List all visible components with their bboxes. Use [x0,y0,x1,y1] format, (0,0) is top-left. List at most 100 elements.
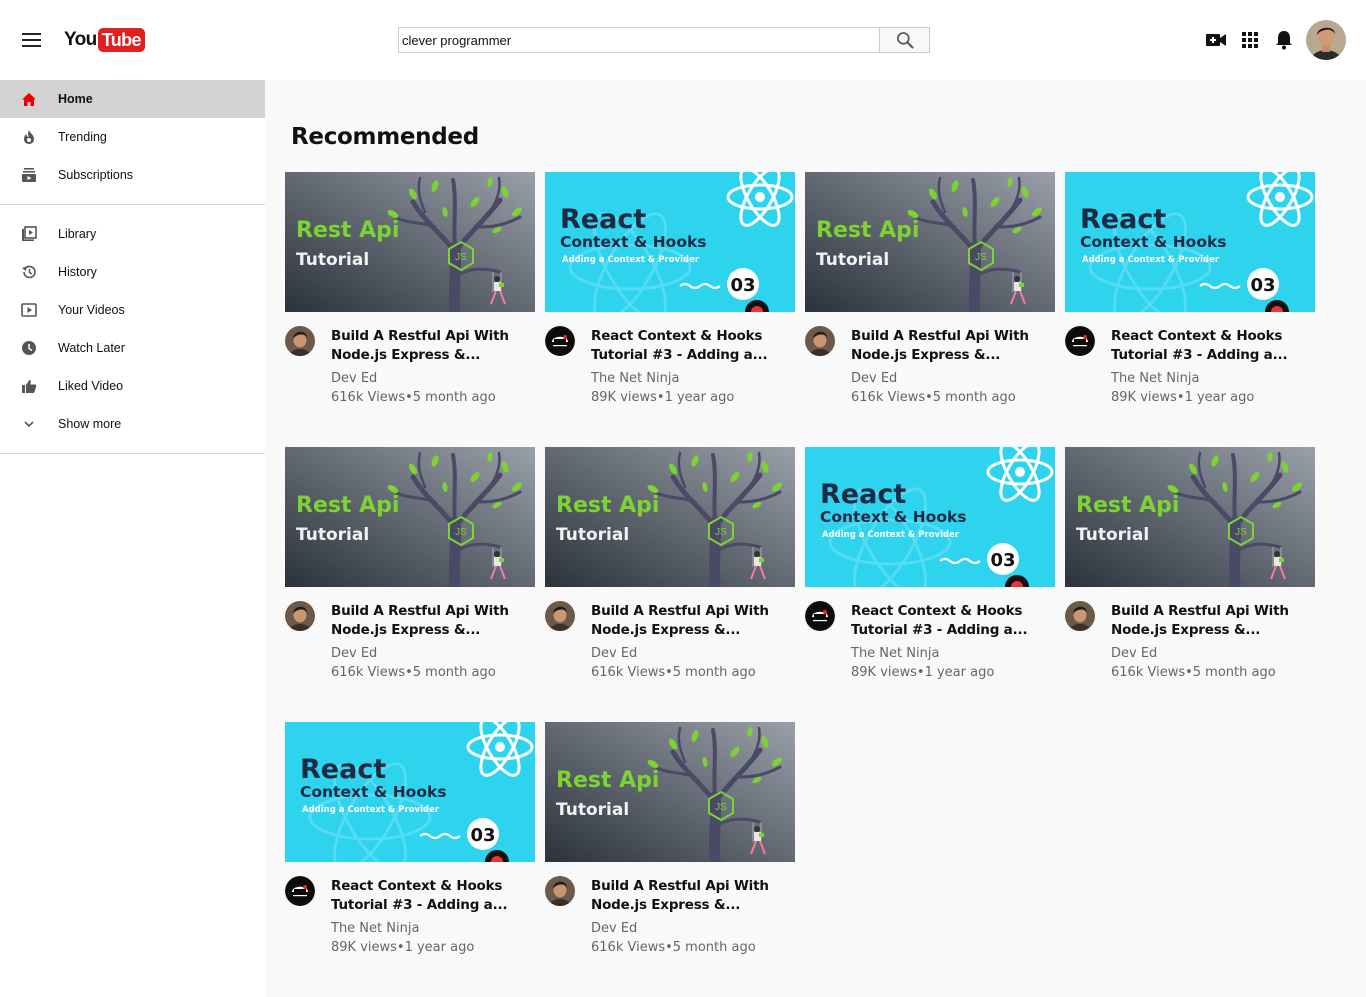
video-title-line-1: React Context & Hooks [591,328,763,344]
video-card[interactable]: JS Rest Api Tutorial Build A Restful Api… [545,447,795,707]
video-title[interactable]: Build A Restful Api With Node.js Express … [1111,602,1311,640]
thumbnail-title-text: React [1080,204,1166,235]
video-card[interactable]: 03 React Context & Hooks Adding a Contex… [285,722,535,982]
video-title-line-1: Build A Restful Api With [1111,603,1289,619]
sidebar-item-home[interactable]: Home [0,80,265,118]
top-header: You Tube [0,0,1366,80]
video-card[interactable]: JS Rest Api Tutorial Build A Restful Api… [805,172,1055,432]
channel-avatar[interactable] [1065,601,1095,631]
sidebar-item-your-videos[interactable]: Your Videos [0,291,265,329]
thumbnail-episode-number: 03 [990,550,1015,571]
channel-avatar[interactable] [805,601,835,631]
main-content: Recommended JS Rest Api Tutorial Build A… [265,80,1366,997]
channel-name[interactable]: The Net Ninja [851,646,939,661]
video-meta: 616k Views•5 month ago [1111,665,1276,680]
channel-avatar[interactable] [545,876,575,906]
video-card[interactable]: JS Rest Api Tutorial Build A Restful Api… [285,447,535,707]
sidebar-item-label: Library [58,227,97,241]
thumbnail-image: JS Rest Api Tutorial [545,722,795,862]
thumbnail-subtitle-text: Tutorial [556,525,629,545]
thumbnail-title-text: Rest Api [816,218,919,243]
sidebar-item-library[interactable]: Library [0,215,265,253]
sidebar-item-trending[interactable]: Trending [0,118,265,156]
create-video-button[interactable] [1205,30,1227,50]
video-title[interactable]: React Context & Hooks Tutorial #3 - Addin… [331,877,531,915]
sidebar-item-watch-later[interactable]: Watch Later [0,329,265,367]
thumbnail-image: JS Rest Api Tutorial [1065,447,1315,587]
channel-avatar[interactable] [805,326,835,356]
thumbnail-title-text: Rest Api [556,768,659,793]
video-title-line-1: React Context & Hooks [851,603,1023,619]
sidebar-item-liked-video[interactable]: Liked Video [0,367,265,405]
video-thumbnail[interactable]: JS Rest Api Tutorial [285,447,535,587]
video-title[interactable]: React Context & Hooks Tutorial #3 - Addin… [851,602,1051,640]
channel-name[interactable]: The Net Ninja [1111,371,1199,386]
video-title-line-2: Tutorial #3 - Adding a... [331,897,508,913]
sidebar-item-label: Subscriptions [58,168,134,182]
channel-avatar[interactable] [285,326,315,356]
channel-name[interactable]: Dev Ed [1111,646,1157,661]
video-thumbnail[interactable]: 03 React Context & Hooks Adding a Contex… [805,447,1055,587]
youtube-logo[interactable]: You Tube [64,28,145,52]
channel-avatar[interactable] [285,601,315,631]
video-title[interactable]: React Context & Hooks Tutorial #3 - Addin… [591,327,791,365]
channel-name[interactable]: Dev Ed [331,371,377,386]
sidebar-item-label: Liked Video [58,379,124,393]
notifications-button[interactable] [1273,30,1295,50]
video-thumbnail[interactable]: 03 React Context & Hooks Adding a Contex… [285,722,535,862]
channel-avatar[interactable] [285,876,315,906]
sidebar-item-show-more[interactable]: Show more [0,405,265,443]
nodejs-badge-text: JS [1235,527,1247,538]
video-meta: 89K views•1 year ago [331,940,475,955]
video-thumbnail[interactable]: JS Rest Api Tutorial [805,172,1055,312]
video-title[interactable]: Build A Restful Api With Node.js Express … [331,327,531,365]
video-title[interactable]: Build A Restful Api With Node.js Express … [331,602,531,640]
thumbnail-subtitle-text: Tutorial [296,250,369,270]
channel-avatar[interactable] [1065,326,1095,356]
channel-name[interactable]: Dev Ed [851,371,897,386]
video-thumbnail[interactable]: JS Rest Api Tutorial [545,722,795,862]
thumbnail-episode-number: 03 [730,275,755,296]
sidebar-item-subscriptions[interactable]: Subscriptions [0,156,265,194]
video-card[interactable]: 03 React Context & Hooks Adding a Contex… [545,172,795,432]
sidebar-item-label: Your Videos [58,303,125,317]
video-thumbnail[interactable]: JS Rest Api Tutorial [545,447,795,587]
thumbnail-image: JS Rest Api Tutorial [285,447,535,587]
channel-name[interactable]: The Net Ninja [591,371,679,386]
search-button[interactable] [879,27,930,53]
video-title-line-1: Build A Restful Api With [591,603,769,619]
video-card[interactable]: JS Rest Api Tutorial Build A Restful Api… [285,172,535,432]
video-title[interactable]: Build A Restful Api With Node.js Express … [851,327,1051,365]
channel-name[interactable]: Dev Ed [591,646,637,661]
channel-name[interactable]: The Net Ninja [331,921,419,936]
hamburger-menu-icon[interactable] [22,33,42,47]
video-title[interactable]: Build A Restful Api With Node.js Express … [591,602,791,640]
video-thumbnail[interactable]: 03 React Context & Hooks Adding a Contex… [545,172,795,312]
video-title-line-2: Node.js Express &... [591,622,741,638]
thumbnail-subtitle-text: Context & Hooks [820,508,967,526]
video-thumbnail[interactable]: JS Rest Api Tutorial [285,172,535,312]
video-thumbnail[interactable]: 03 React Context & Hooks Adding a Contex… [1065,172,1315,312]
channel-avatar[interactable] [545,601,575,631]
apps-button[interactable] [1239,30,1261,50]
video-card[interactable]: 03 React Context & Hooks Adding a Contex… [805,447,1055,707]
channel-name[interactable]: Dev Ed [331,646,377,661]
thumbnail-title-text: React [820,479,906,510]
video-card[interactable]: 03 React Context & Hooks Adding a Contex… [1065,172,1315,432]
chevron-down-icon [20,415,38,433]
sidebar-item-label: Watch Later [58,341,125,355]
user-avatar[interactable] [1306,20,1346,60]
video-card[interactable]: JS Rest Api Tutorial Build A Restful Api… [1065,447,1315,707]
channel-avatar[interactable] [545,326,575,356]
search-input[interactable] [398,27,879,53]
sidebar-item-history[interactable]: History [0,253,265,291]
video-title[interactable]: Build A Restful Api With Node.js Express … [591,877,791,915]
video-title-line-1: Build A Restful Api With [331,328,509,344]
channel-name[interactable]: Dev Ed [591,921,637,936]
apps-grid-icon [1242,32,1258,48]
video-title[interactable]: React Context & Hooks Tutorial #3 - Addin… [1111,327,1311,365]
subscriptions-icon [20,166,38,184]
video-card[interactable]: JS Rest Api Tutorial Build A Restful Api… [545,722,795,982]
video-thumbnail[interactable]: JS Rest Api Tutorial [1065,447,1315,587]
sidebar-item-label: Home [58,92,93,106]
